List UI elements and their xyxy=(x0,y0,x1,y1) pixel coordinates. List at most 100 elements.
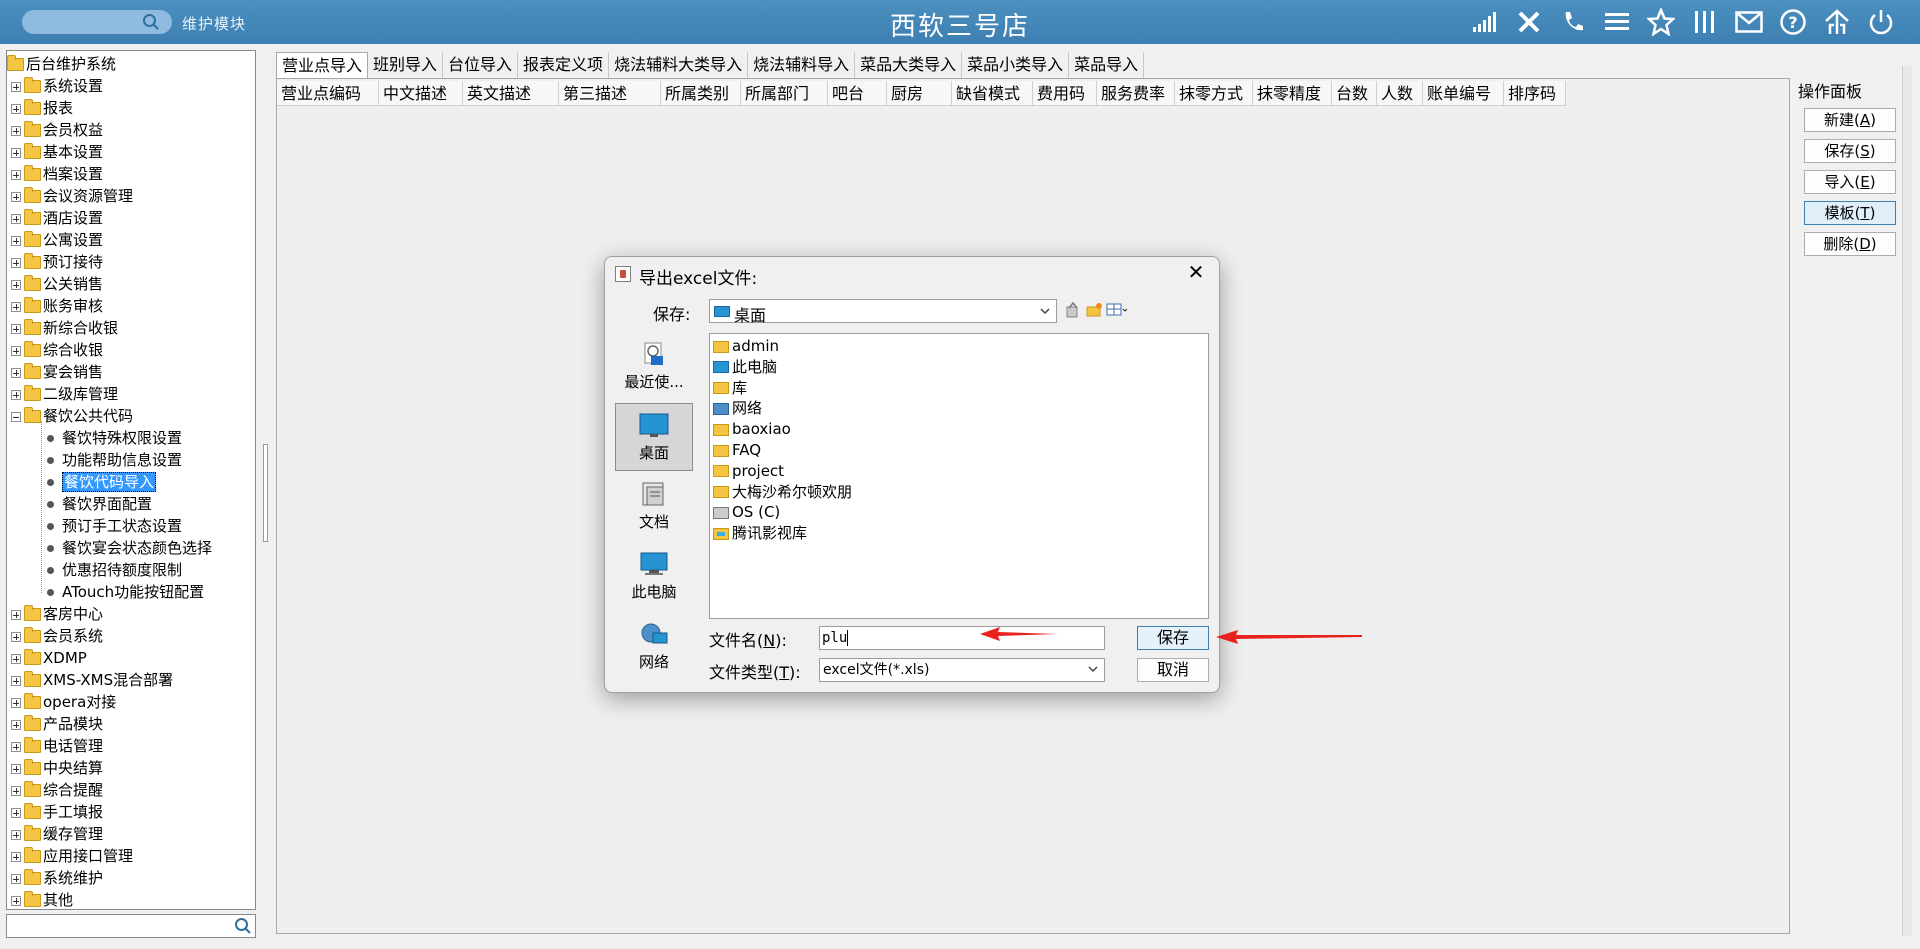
expand-icon[interactable] xyxy=(11,147,21,158)
up-folder-icon[interactable] xyxy=(1065,301,1081,323)
expand-icon[interactable] xyxy=(11,257,21,268)
phone-icon[interactable] xyxy=(1558,7,1588,37)
chevron-down-icon[interactable] xyxy=(1086,661,1100,684)
expand-icon[interactable] xyxy=(11,169,21,180)
expand-icon[interactable] xyxy=(11,345,21,356)
expand-icon[interactable] xyxy=(11,829,21,840)
tree-leaf[interactable]: 餐饮界面配置 xyxy=(45,493,152,515)
columns-icon[interactable] xyxy=(1690,7,1720,37)
tree-item[interactable]: 报表 xyxy=(11,97,73,119)
expand-icon[interactable] xyxy=(11,631,21,642)
op-button-e[interactable]: 导入(E) xyxy=(1804,170,1896,194)
tree-leaf[interactable]: ATouch功能按钮配置 xyxy=(45,581,204,603)
file-list-item[interactable]: baoxiao xyxy=(713,419,791,439)
tree-root[interactable]: 后台维护系统 xyxy=(7,53,116,75)
file-list-item[interactable]: 库 xyxy=(713,378,747,398)
close-icon[interactable]: ✕ xyxy=(1183,259,1209,285)
column-header[interactable]: 所属部门 xyxy=(741,81,828,106)
tree-item[interactable]: 综合提醒 xyxy=(11,779,103,801)
collapse-icon[interactable] xyxy=(11,411,21,422)
chevron-down-icon[interactable] xyxy=(1038,303,1052,323)
column-header[interactable]: 吧台 xyxy=(828,81,887,106)
tree-search-input[interactable] xyxy=(6,914,256,938)
menu-icon[interactable] xyxy=(1602,7,1632,37)
tree-item[interactable]: 二级库管理 xyxy=(11,383,118,405)
column-header[interactable]: 抹零方式 xyxy=(1175,81,1253,106)
tree-leaf[interactable]: 餐饮宴会状态颜色选择 xyxy=(45,537,212,559)
tree-item[interactable]: 新综合收银 xyxy=(11,317,118,339)
expand-icon[interactable] xyxy=(11,741,21,752)
expand-icon[interactable] xyxy=(11,367,21,378)
tree-leaf[interactable]: 预订手工状态设置 xyxy=(45,515,182,537)
tree-item[interactable]: 其他 xyxy=(11,889,73,909)
column-header[interactable]: 排序码 xyxy=(1504,81,1566,106)
op-button-t[interactable]: 模板(T) xyxy=(1804,201,1896,225)
expand-icon[interactable] xyxy=(11,851,21,862)
tree-item[interactable]: 公关销售 xyxy=(11,273,103,295)
expand-icon[interactable] xyxy=(11,895,21,906)
tree-item[interactable]: 酒店设置 xyxy=(11,207,103,229)
column-header[interactable]: 人数 xyxy=(1377,81,1423,106)
save-in-dropdown[interactable]: 桌面 xyxy=(709,299,1057,325)
tools-icon[interactable] xyxy=(1514,7,1544,37)
expand-icon[interactable] xyxy=(11,213,21,224)
tree-item[interactable]: 电话管理 xyxy=(11,735,103,757)
power-icon[interactable] xyxy=(1866,7,1896,37)
expand-icon[interactable] xyxy=(11,653,21,664)
tab-6[interactable]: 菜品大类导入 xyxy=(855,52,963,78)
column-header[interactable]: 台数 xyxy=(1332,81,1377,106)
help-icon[interactable]: ? xyxy=(1778,7,1808,37)
column-header[interactable]: 抹零精度 xyxy=(1253,81,1332,106)
expand-icon[interactable] xyxy=(11,301,21,312)
tab-7[interactable]: 菜品小类导入 xyxy=(962,52,1070,78)
tree-item[interactable]: opera对接 xyxy=(11,691,116,713)
cancel-button[interactable]: 取消 xyxy=(1137,658,1209,682)
column-header[interactable]: 费用码 xyxy=(1033,81,1097,106)
tree-item[interactable]: 产品模块 xyxy=(11,713,103,735)
tab-2[interactable]: 台位导入 xyxy=(443,52,519,78)
tree-item[interactable]: XMS-XMS混合部署 xyxy=(11,669,173,691)
tree-item[interactable]: 宴会销售 xyxy=(11,361,103,383)
place-network[interactable]: 网络 xyxy=(615,613,693,681)
expand-icon[interactable] xyxy=(11,785,21,796)
right-scrollbar[interactable] xyxy=(1902,66,1912,936)
op-button-s[interactable]: 保存(S) xyxy=(1804,139,1896,163)
file-list-item[interactable]: 此电脑 xyxy=(713,357,777,377)
file-list[interactable]: admin 此电脑库网络 baoxiao FAQ project 大梅沙希尔顿欢朋 OS (… xyxy=(709,333,1209,619)
expand-icon[interactable] xyxy=(11,323,21,334)
tree-item[interactable]: 档案设置 xyxy=(11,163,103,185)
star-icon[interactable] xyxy=(1646,7,1676,37)
tab-5[interactable]: 烧法辅料导入 xyxy=(748,52,856,78)
tree-item[interactable]: 系统设置 xyxy=(11,75,103,97)
column-header[interactable]: 第三描述 xyxy=(559,81,661,106)
expand-icon[interactable] xyxy=(11,697,21,708)
expand-icon[interactable] xyxy=(11,807,21,818)
tree-leaf-selected[interactable]: 餐饮代码导入 xyxy=(45,471,157,493)
file-list-item[interactable]: 网络 xyxy=(713,398,762,418)
column-header[interactable]: 缺省模式 xyxy=(952,81,1033,106)
view-menu-icon[interactable] xyxy=(1105,301,1129,323)
tree-item[interactable]: 基本设置 xyxy=(11,141,103,163)
column-header[interactable]: 服务费率 xyxy=(1097,81,1175,106)
save-button[interactable]: 保存 xyxy=(1137,626,1209,650)
filename-input[interactable]: plu xyxy=(819,626,1105,650)
op-button-a[interactable]: 新建(A) xyxy=(1804,108,1896,132)
tree-item[interactable]: XDMP xyxy=(11,647,87,669)
tab-8[interactable]: 菜品导入 xyxy=(1069,52,1145,78)
column-header[interactable]: 英文描述 xyxy=(463,81,559,106)
column-header[interactable]: 营业点编码 xyxy=(277,81,379,106)
file-list-item[interactable]: 腾讯影视库 xyxy=(713,523,807,543)
expand-icon[interactable] xyxy=(11,81,21,92)
tree-item[interactable]: 会员系统 xyxy=(11,625,103,647)
place-recent[interactable]: 最近使... xyxy=(615,333,693,401)
file-list-item[interactable]: project xyxy=(713,461,784,481)
op-button-d[interactable]: 删除(D) xyxy=(1804,232,1896,256)
tab-0[interactable]: 营业点导入 xyxy=(276,52,369,78)
filetype-dropdown[interactable]: excel文件(*.xls) xyxy=(819,658,1105,682)
signal-icon[interactable] xyxy=(1470,7,1500,37)
tree-item[interactable]: 会议资源管理 xyxy=(11,185,133,207)
tab-1[interactable]: 班别导入 xyxy=(368,52,444,78)
tree-item[interactable]: 预订接待 xyxy=(11,251,103,273)
tree-item[interactable]: 公寓设置 xyxy=(11,229,103,251)
expand-icon[interactable] xyxy=(11,125,21,136)
